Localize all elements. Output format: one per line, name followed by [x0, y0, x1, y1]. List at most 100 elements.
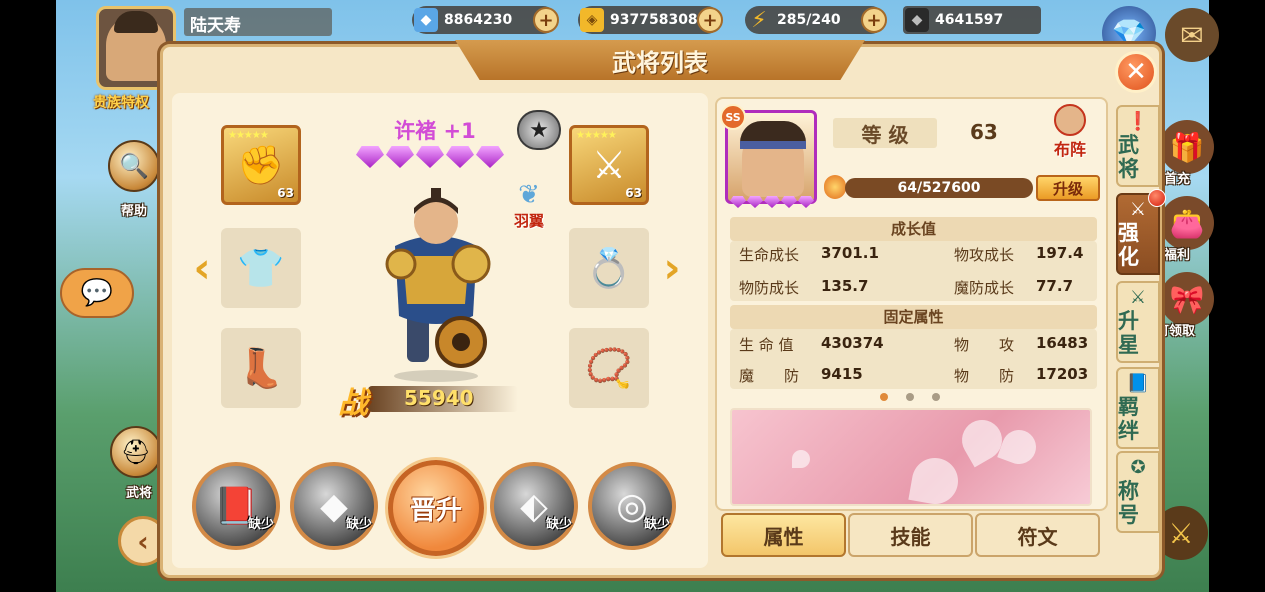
add-diamond-button[interactable]: + [533, 7, 559, 33]
equip-weapon-slot[interactable]: ★★★★★ ⚔ 63 [569, 125, 649, 205]
add-stamina-button[interactable]: + [861, 7, 887, 33]
first-charge-label: 首充 [1164, 172, 1191, 187]
ring-icon: 💍 [585, 245, 633, 290]
diamond-value: 8864230 [444, 12, 513, 28]
stat-label: 生命成长 [739, 246, 800, 264]
hero-star-gems [356, 146, 504, 168]
side-tab-label: 武将 [1118, 133, 1139, 181]
tab-runes[interactable]: 符文 [975, 513, 1100, 557]
missing-label: 缺少 [643, 517, 670, 532]
material-disc-button[interactable]: ◎ 缺少 [588, 462, 676, 550]
equip-gauntlet-slot[interactable]: ★★★★★ ✊ 63 [221, 125, 301, 205]
rank-star-badge-icon[interactable]: ★ [517, 110, 561, 150]
growth-header: 成长值 [730, 217, 1097, 241]
wing-button[interactable]: ❦ 羽翼 [498, 180, 560, 236]
page-dot[interactable] [906, 393, 914, 401]
page-dot[interactable] [932, 393, 940, 401]
petal [908, 454, 962, 504]
noble-privilege-label[interactable]: 贵族特权 [93, 92, 149, 112]
help-magnifier-icon[interactable]: 🔍 [108, 140, 160, 192]
swords-icon: ⚔ [1129, 287, 1147, 308]
gold-resource: ◈ 937758308 + [578, 6, 723, 34]
side-tabs: ❗ 武将 ⚔ 强化 ⚔ 升星 📘 羁绊 ✪ 称号 [1116, 105, 1166, 533]
stamina-value: 285/240 [777, 12, 841, 28]
gem-icon [764, 196, 780, 208]
stat-label: 生 命 值 [739, 336, 794, 354]
portrait-headband [740, 141, 806, 149]
combat-power: 战 55940 [338, 378, 523, 421]
missing-label: 缺少 [545, 517, 572, 532]
gauntlet-icon: ✊ [237, 142, 285, 187]
battle-swords-icon[interactable]: ⚔ [1154, 506, 1208, 560]
upgrade-button[interactable]: 升级 [1036, 175, 1100, 201]
generals-label: 武将 [126, 486, 153, 501]
ore-resource: ◆ 4641597 [903, 6, 1041, 34]
ring-slot[interactable]: 💍 [569, 228, 649, 308]
stamina-resource: ⚡ 285/240 + [745, 6, 887, 34]
promote-button[interactable]: 晋升 [388, 460, 484, 556]
stat-value: 430374 [821, 334, 884, 352]
stat-label: 物 防 [954, 367, 1015, 385]
panel-title: 武将列表 [455, 40, 865, 80]
level-value: 63 [970, 120, 998, 144]
tab-skills[interactable]: 技能 [848, 513, 973, 557]
page-indicator [880, 393, 940, 401]
side-tab-label: 强化 [1118, 221, 1139, 269]
next-hero-arrow-icon[interactable]: › [658, 243, 686, 292]
missing-label: 缺少 [345, 517, 372, 532]
portrait-stars [730, 196, 814, 208]
claimable-gift-icon[interactable]: 🎀 [1160, 272, 1214, 326]
necklace-slot[interactable]: 📿 [569, 328, 649, 408]
shard-icon: ⬖ [520, 485, 548, 527]
stat-label: 物防成长 [739, 279, 800, 297]
boots-slot[interactable]: 👢 [221, 328, 301, 408]
exp-potion-icon [824, 175, 846, 199]
player-name: 陆天寿 [184, 8, 332, 36]
lotus-artwork [730, 408, 1092, 506]
stat-label: 物 攻 [954, 336, 1015, 354]
material-crystal-button[interactable]: ◆ 缺少 [290, 462, 378, 550]
gem-icon [798, 196, 814, 208]
chat-bubble-icon[interactable]: 💬 [60, 268, 134, 318]
stat-value: 17203 [1036, 365, 1089, 383]
equip-level: 63 [625, 186, 642, 200]
gem-icon [416, 146, 444, 168]
tab-attributes[interactable]: 属性 [721, 513, 846, 557]
generals-helmet-icon[interactable]: ⛑ [110, 426, 162, 478]
side-tab-enhance[interactable]: ⚔ 强化 [1116, 189, 1166, 275]
prev-hero-arrow-icon[interactable]: ‹ [188, 243, 216, 292]
side-tab-general[interactable]: ❗ 武将 [1116, 105, 1160, 187]
close-button[interactable]: ✕ [1115, 51, 1157, 93]
exclaim-icon: ❗ [1126, 111, 1150, 132]
armor-slot[interactable]: 👕 [221, 228, 301, 308]
stat-value: 16483 [1036, 334, 1089, 352]
ore-value: 4641597 [935, 12, 1004, 28]
crystal-icon: ◆ [320, 485, 348, 527]
exp-bar: 64/527600 [845, 178, 1033, 198]
side-tab-star-up[interactable]: ⚔ 升星 [1116, 281, 1160, 363]
wing-icon: ❦ [518, 180, 540, 210]
hero-name: 许褚 +1 [394, 119, 476, 143]
material-shard-button[interactable]: ⬖ 缺少 [490, 462, 578, 550]
first-charge-chest-icon[interactable]: 🎁 [1160, 120, 1214, 174]
armor-icon: 👕 [237, 245, 285, 290]
stat-value: 77.7 [1036, 277, 1074, 295]
stat-value: 197.4 [1036, 244, 1084, 262]
petal [954, 412, 1010, 468]
material-book-button[interactable]: 📕 缺少 [192, 462, 280, 550]
side-tab-title[interactable]: ✪ 称号 [1116, 451, 1160, 533]
welfare-bag-icon[interactable]: 👛 [1160, 196, 1214, 250]
formation-avatar-icon [1054, 104, 1086, 136]
hero-figure [385, 188, 491, 382]
gold-coin-icon: ◈ [580, 8, 604, 32]
page-dot[interactable] [880, 393, 888, 401]
add-gold-button[interactable]: + [697, 7, 723, 33]
welfare-label: 福利 [1164, 248, 1191, 263]
ss-rank-icon: SS [720, 104, 746, 130]
mail-envelope-icon[interactable]: ✉ [1165, 8, 1219, 62]
stat-label: 魔防成长 [954, 279, 1015, 297]
formation-button[interactable]: 布阵 [1044, 104, 1096, 160]
gem-icon [476, 146, 504, 168]
side-tab-bond[interactable]: 📘 羁绊 [1116, 367, 1160, 449]
missing-label: 缺少 [247, 517, 274, 532]
